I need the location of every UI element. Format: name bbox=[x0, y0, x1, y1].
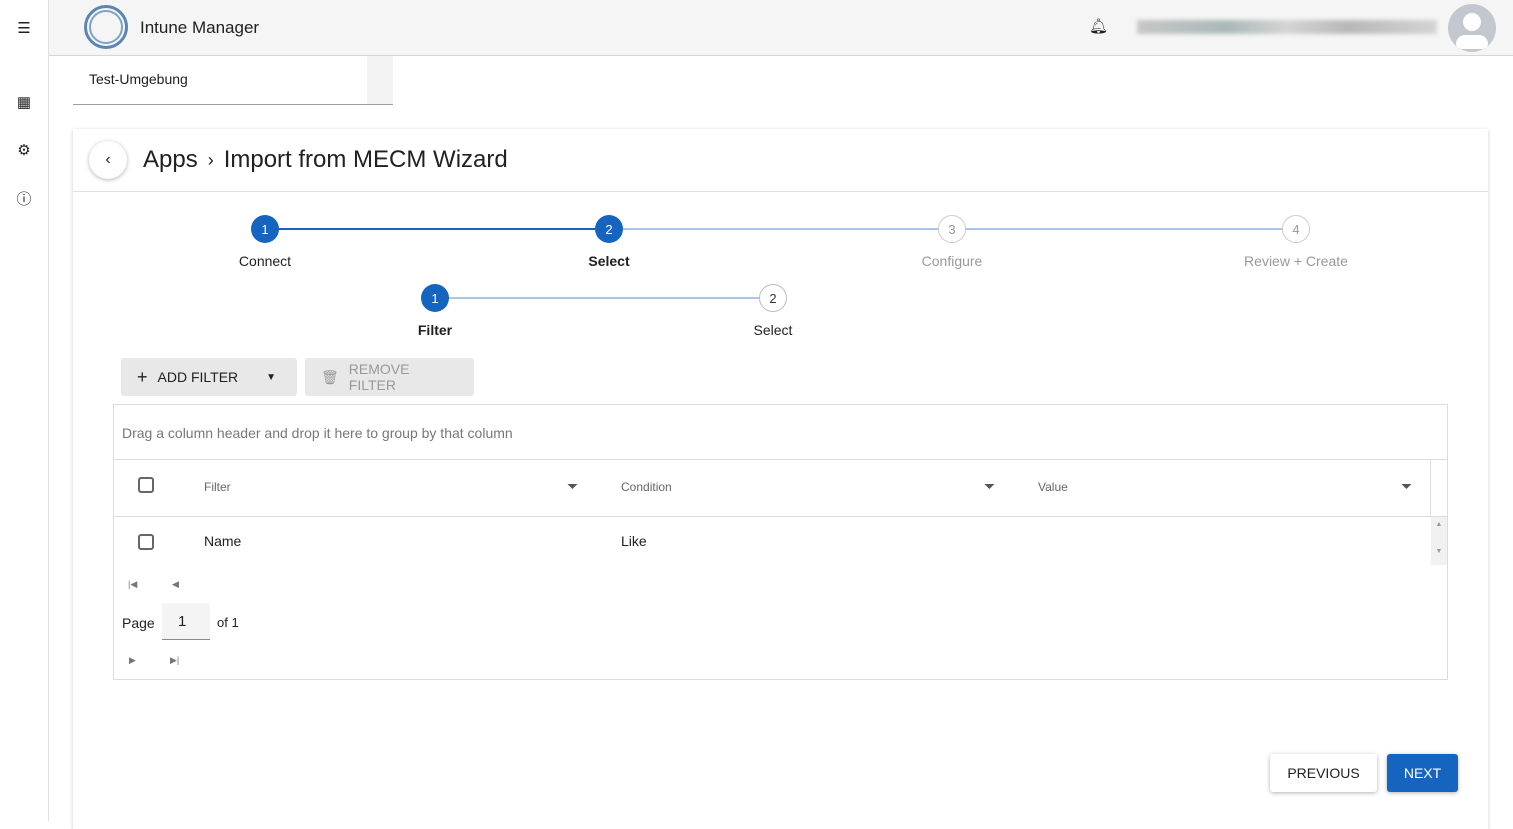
substep-number: 2 bbox=[759, 284, 787, 312]
filter-grid: Drag a column header and drop it here to… bbox=[113, 404, 1448, 680]
chevron-left-icon: ‹ bbox=[105, 151, 111, 168]
cell-condition: Like bbox=[621, 533, 647, 549]
previous-button[interactable]: PREVIOUS bbox=[1270, 754, 1377, 792]
breadcrumb-separator: › bbox=[207, 149, 214, 170]
column-header-filter[interactable]: Filter bbox=[204, 480, 231, 494]
substep-label: Select bbox=[753, 322, 793, 338]
page-input[interactable]: 1 bbox=[162, 603, 210, 640]
add-filter-label: ADD FILTER bbox=[157, 369, 239, 385]
grid-header: Filter ⏷ Condition ⏷ Value ⏷ bbox=[114, 460, 1447, 517]
next-page-icon[interactable]: ▶ bbox=[129, 655, 136, 666]
notifications-bell-icon[interactable]: 🔔︎ bbox=[1089, 17, 1108, 35]
page-count: of 1 bbox=[217, 615, 239, 630]
side-rail: ☰ ▦ ⚙ ⓘ bbox=[0, 0, 49, 821]
wizard-card: ‹ Apps › Import from MECM Wizard 1 Connec… bbox=[73, 129, 1488, 829]
step-review-create[interactable]: 4 Review + Create bbox=[1196, 215, 1396, 269]
step-label: Configure bbox=[921, 253, 983, 269]
step-connect[interactable]: 1 Connect bbox=[165, 215, 365, 269]
avatar[interactable] bbox=[1448, 4, 1496, 52]
environment-selector[interactable]: Test-Umgebung bbox=[73, 56, 393, 105]
select-all-checkbox[interactable] bbox=[138, 477, 154, 493]
step-select[interactable]: 2 Select bbox=[509, 215, 709, 269]
caret-down-icon[interactable]: ▼ bbox=[266, 372, 276, 383]
trash-icon: 🗑︎ bbox=[321, 368, 339, 385]
remove-filter-button[interactable]: 🗑︎ REMOVE FILTER bbox=[305, 358, 474, 396]
column-filter-icon[interactable]: ⏷ bbox=[984, 478, 995, 495]
add-filter-button[interactable]: + ADD FILTER ▼ bbox=[121, 358, 297, 396]
step-label: Connect bbox=[238, 253, 292, 269]
step-number: 4 bbox=[1282, 215, 1310, 243]
step-label: Review + Create bbox=[1244, 253, 1348, 269]
app-logo bbox=[84, 5, 128, 49]
apps-grid-icon[interactable]: ▦ bbox=[14, 92, 34, 112]
next-button[interactable]: NEXT bbox=[1387, 754, 1458, 792]
last-page-icon[interactable]: ▶| bbox=[170, 655, 179, 666]
step-number: 3 bbox=[938, 215, 966, 243]
column-header-condition[interactable]: Condition bbox=[621, 480, 672, 494]
user-email-blurred bbox=[1137, 20, 1437, 34]
wizard-header: ‹ Apps › Import from MECM Wizard bbox=[73, 129, 1488, 192]
environment-scrollbar[interactable] bbox=[367, 56, 393, 104]
column-header-value[interactable]: Value bbox=[1038, 480, 1068, 494]
remove-filter-label: REMOVE FILTER bbox=[348, 361, 410, 393]
step-configure[interactable]: 3 Configure bbox=[852, 215, 1052, 269]
environment-name: Test-Umgebung bbox=[89, 71, 188, 87]
substep-filter[interactable]: 1 Filter bbox=[335, 284, 535, 338]
grid-scrollbar[interactable]: ▲ ▼ bbox=[1431, 517, 1447, 565]
info-icon[interactable]: ⓘ bbox=[14, 188, 34, 208]
step-label: Select bbox=[588, 253, 630, 269]
group-drop-area[interactable]: Drag a column header and drop it here to… bbox=[114, 405, 1447, 460]
first-page-icon[interactable]: |◀ bbox=[128, 579, 137, 590]
settings-icon[interactable]: ⚙ bbox=[14, 140, 34, 160]
page-label: Page bbox=[122, 615, 155, 631]
breadcrumb: Apps › Import from MECM Wizard bbox=[143, 146, 508, 174]
table-row[interactable]: Name Like bbox=[114, 517, 1447, 565]
plus-icon: + bbox=[137, 366, 148, 387]
substep-select[interactable]: 2 Select bbox=[673, 284, 873, 338]
scroll-up-icon[interactable]: ▲ bbox=[1431, 521, 1447, 528]
scroll-down-icon[interactable]: ▼ bbox=[1431, 548, 1447, 555]
header-divider bbox=[1430, 460, 1431, 516]
breadcrumb-apps[interactable]: Apps bbox=[143, 146, 198, 174]
prev-page-icon[interactable]: ◀ bbox=[172, 579, 179, 590]
column-filter-icon[interactable]: ⏷ bbox=[1401, 478, 1412, 495]
row-checkbox[interactable] bbox=[138, 534, 154, 550]
top-bar: Intune Manager 🔔︎ bbox=[49, 0, 1513, 56]
substep-label: Filter bbox=[417, 322, 453, 338]
column-filter-icon[interactable]: ⏷ bbox=[567, 478, 578, 495]
menu-icon[interactable]: ☰ bbox=[14, 18, 34, 38]
step-number: 2 bbox=[595, 215, 623, 243]
app-title: Intune Manager bbox=[140, 18, 260, 37]
substep-number: 1 bbox=[421, 284, 449, 312]
cell-filter: Name bbox=[204, 533, 242, 549]
step-number: 1 bbox=[251, 215, 279, 243]
page-title: Import from MECM Wizard bbox=[223, 146, 508, 173]
back-button[interactable]: ‹ bbox=[89, 141, 127, 179]
